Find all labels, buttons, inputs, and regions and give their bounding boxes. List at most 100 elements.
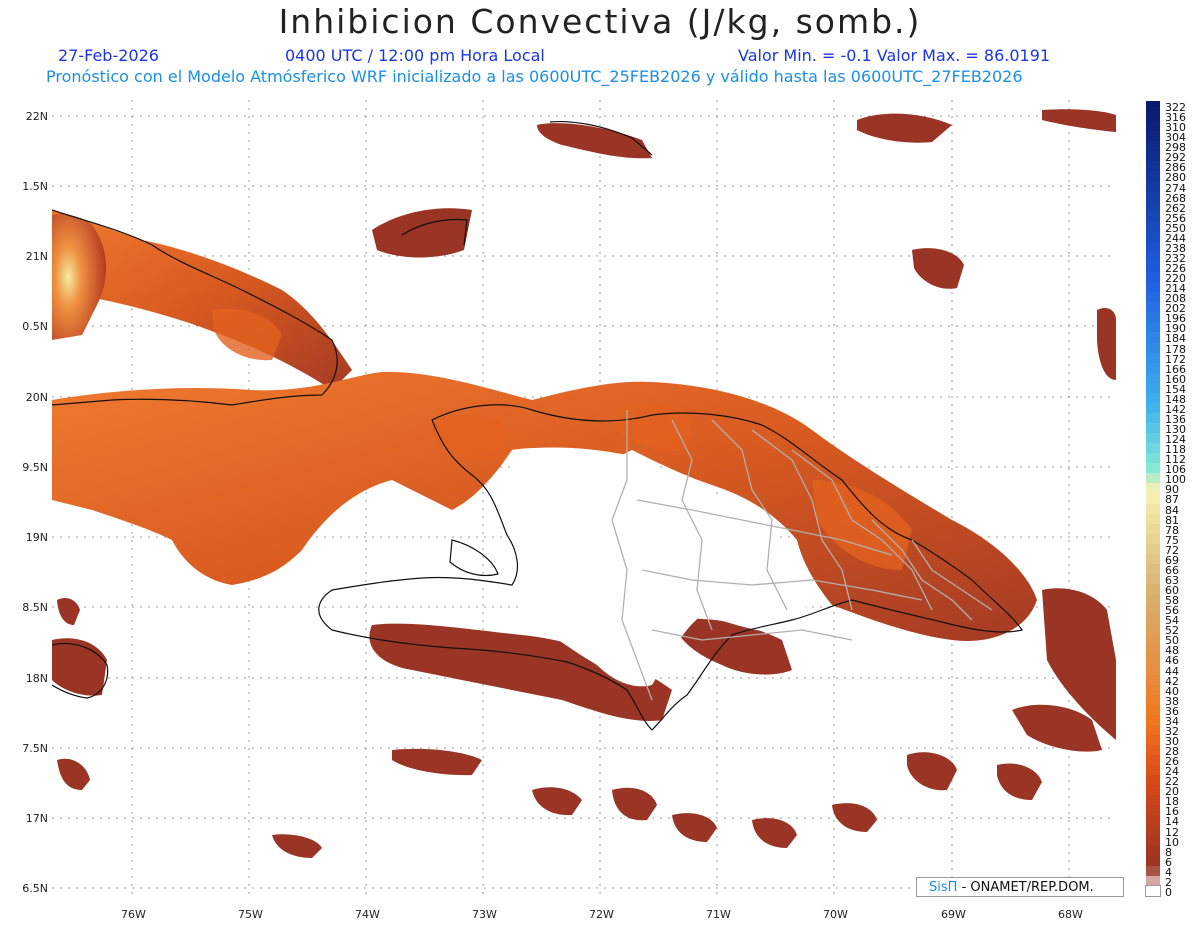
- colorbar-swatch: [1146, 483, 1160, 494]
- colorbar-swatch: [1146, 161, 1160, 172]
- colorbar-swatch: [1146, 704, 1160, 716]
- colorbar-swatch: [1146, 423, 1160, 434]
- colorbar-swatch: [1146, 563, 1160, 575]
- lon-label: 68W: [1058, 908, 1083, 921]
- colorbar-swatch: [1146, 453, 1160, 464]
- colorbar-swatch: [1146, 795, 1160, 806]
- colorbar-swatch: [1146, 231, 1160, 243]
- colorbar-swatch: [1146, 352, 1160, 364]
- colorbar-swatch: [1146, 513, 1160, 525]
- colorbar-swatch: [1146, 221, 1160, 233]
- lon-label: 75W: [238, 908, 263, 921]
- colorbar-swatch: [1146, 835, 1160, 847]
- colorbar-swatch: [1146, 584, 1160, 595]
- colorbar-swatch: [1146, 745, 1160, 756]
- colorbar-swatch: [1146, 865, 1160, 877]
- colorbar-swatch: [1146, 141, 1160, 152]
- colorbar-swatch: [1146, 734, 1160, 746]
- cin-map: [52, 100, 1116, 895]
- lon-label: 72W: [589, 908, 614, 921]
- colorbar-swatch: [1146, 171, 1160, 182]
- colorbar-swatch: [1146, 362, 1160, 374]
- colorbar-swatch: [1146, 372, 1160, 384]
- colorbar-swatch: [1146, 131, 1160, 142]
- colorbar-swatch: [1146, 775, 1160, 786]
- forecast-date: 27-Feb-2026: [58, 46, 159, 65]
- colorbar-swatch: [1146, 684, 1160, 696]
- colorbar-swatch: [1146, 272, 1160, 283]
- colorbar-swatch: [1146, 443, 1160, 454]
- colorbar-swatch: [1146, 332, 1160, 344]
- colorbar-swatch: [1146, 614, 1160, 625]
- colorbar-swatch: [1146, 845, 1160, 857]
- lat-label: 7.5N: [22, 742, 48, 755]
- colorbar-swatch: [1146, 151, 1160, 162]
- colorbar-swatch: [1146, 292, 1160, 303]
- colorbar-swatch: [1146, 241, 1160, 253]
- colorbar-swatch: [1146, 322, 1160, 333]
- colorbar-swatch: [1146, 875, 1160, 887]
- credit-text: - ONAMET/REP.DOM.: [961, 880, 1094, 895]
- colorbar-swatch: [1146, 755, 1160, 766]
- min-max-values: Valor Min. = -0.1 Valor Max. = 86.0191: [738, 46, 1051, 65]
- lat-label: 22N: [25, 110, 48, 123]
- colorbar-swatch: [1146, 533, 1160, 545]
- colorbar-swatch: [1146, 111, 1160, 122]
- colorbar-swatch: [1146, 282, 1160, 293]
- colorbar-swatch: [1146, 724, 1160, 736]
- lon-label: 74W: [355, 908, 380, 921]
- lon-label: 69W: [941, 908, 966, 921]
- colorbar-swatch: [1146, 121, 1160, 132]
- colorbar-swatch: [1146, 553, 1160, 565]
- lon-label: 73W: [472, 908, 497, 921]
- lat-label: 21N: [25, 250, 48, 263]
- forecast-time: 0400 UTC / 12:00 pm Hora Local: [285, 46, 545, 65]
- colorbar-swatch: [1146, 503, 1160, 515]
- colorbar-swatch: [1146, 463, 1160, 474]
- colorbar-swatch: [1146, 573, 1160, 585]
- colorbar-swatch: [1146, 765, 1160, 776]
- colorbar-label: 0: [1165, 885, 1172, 899]
- colorbar-swatch: [1146, 493, 1160, 505]
- colorbar-swatch: [1146, 644, 1160, 655]
- map-title: Inhibicion Convectiva (J/kg, somb.): [278, 2, 922, 41]
- colorbar-swatch: [1146, 594, 1160, 605]
- sispi-logo: SisΠ: [929, 880, 958, 895]
- colorbar-swatch: [1145, 884, 1161, 898]
- colorbar-swatch: [1146, 473, 1160, 484]
- colorbar-swatch: [1146, 312, 1160, 323]
- colorbar-swatch: [1146, 523, 1160, 535]
- forecast-note: Pronóstico con el Modelo Atmósferico WRF…: [46, 67, 1023, 86]
- colorbar-swatch: [1146, 181, 1160, 193]
- colorbar-swatch: [1146, 664, 1160, 676]
- colorbar-swatch: [1146, 302, 1160, 313]
- credit-box: SisΠ - ONAMET/REP.DOM.: [916, 877, 1124, 897]
- colorbar-swatch: [1146, 805, 1160, 816]
- lat-label: 0.5N: [22, 320, 48, 333]
- colorbar-swatch: [1146, 402, 1160, 414]
- lat-label: 8.5N: [22, 601, 48, 614]
- colorbar-swatch: [1146, 825, 1160, 837]
- colorbar-swatch: [1146, 342, 1160, 354]
- colorbar-swatch: [1146, 694, 1160, 706]
- colorbar-swatch: [1146, 211, 1160, 223]
- lat-label: 19N: [25, 531, 48, 544]
- colorbar-swatch: [1146, 251, 1160, 263]
- colorbar-swatch: [1146, 785, 1160, 796]
- colorbar-swatch: [1146, 201, 1160, 213]
- lat-label: 9.5N: [22, 461, 48, 474]
- lon-label: 71W: [706, 908, 731, 921]
- colorbar-swatch: [1146, 654, 1160, 666]
- lat-label: 1.5N: [22, 180, 48, 193]
- colorbar-swatch: [1146, 855, 1160, 867]
- colorbar-swatch: [1146, 262, 1160, 273]
- colorbar-swatch: [1146, 543, 1160, 555]
- colorbar-swatch: [1146, 624, 1160, 635]
- colorbar-swatch: [1146, 674, 1160, 686]
- lat-label: 18N: [25, 672, 48, 685]
- colorbar-swatch: [1146, 382, 1160, 394]
- lat-label: 17N: [25, 812, 48, 825]
- colorbar-swatch: [1146, 634, 1160, 645]
- colorbar-swatch: [1146, 433, 1160, 444]
- lon-label: 76W: [121, 908, 146, 921]
